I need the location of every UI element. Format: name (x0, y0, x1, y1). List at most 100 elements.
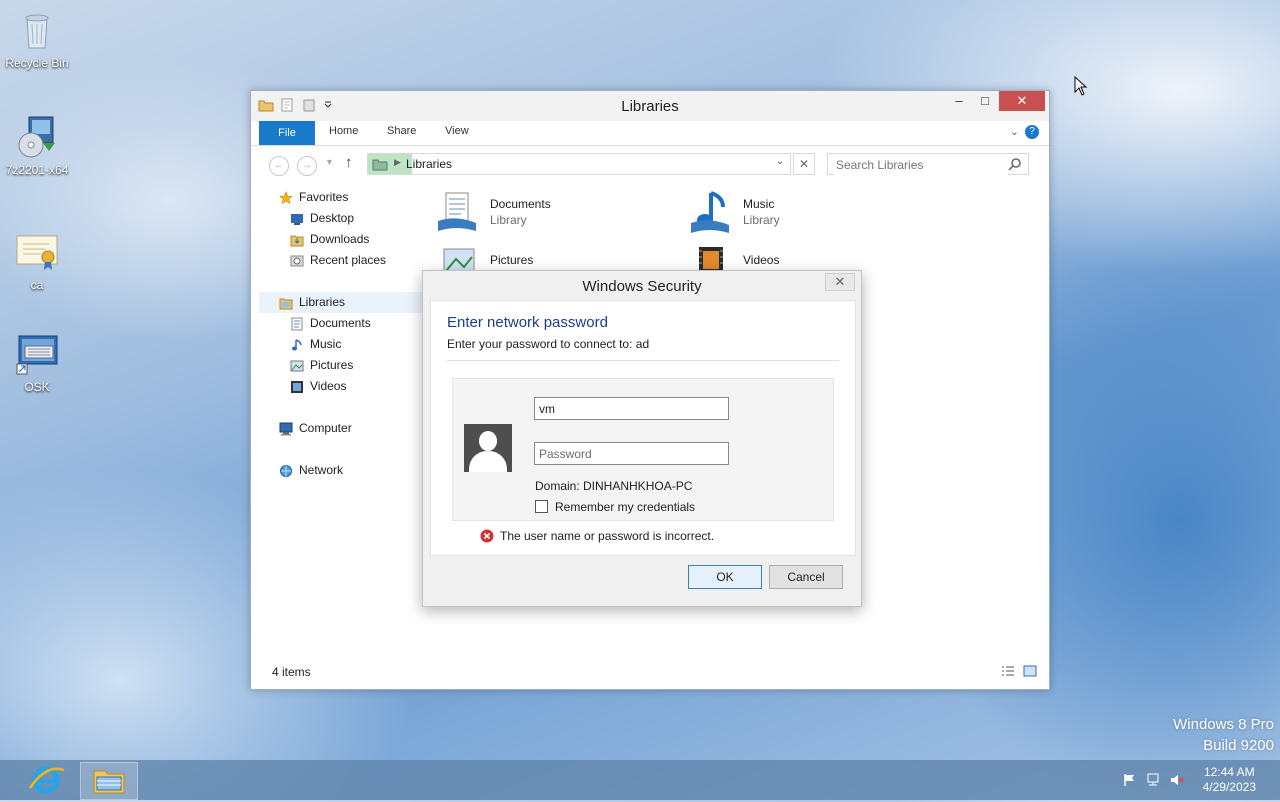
chevron-down-icon[interactable]: ⌄ (772, 156, 788, 167)
nav-music[interactable]: Music (259, 334, 417, 355)
nav-label: Desktop (310, 211, 355, 225)
nav-label: Computer (299, 421, 352, 435)
taskbar-internet-explorer[interactable] (18, 762, 74, 798)
nav-recent-places[interactable]: Recent places (259, 250, 417, 271)
breadcrumb-separator-icon: ▶ (394, 157, 401, 167)
address-row: ← → ▼ ↑ ▶ Libraries ⌄ ✕ (251, 151, 1049, 177)
search-box[interactable] (827, 153, 1029, 175)
music-icon (290, 338, 304, 352)
documents-icon (290, 317, 304, 331)
desktop-icon (290, 212, 304, 226)
window-title: Libraries (621, 98, 679, 115)
documents-library-icon (436, 189, 482, 235)
back-button[interactable]: ← (269, 156, 289, 176)
recycle-bin-icon (15, 8, 59, 52)
ok-button[interactable]: OK (688, 565, 762, 589)
videos-icon (290, 380, 304, 394)
checkbox-icon[interactable] (535, 500, 548, 513)
dialog-title: Windows Security (582, 278, 702, 295)
username-input[interactable] (539, 399, 725, 418)
address-bar[interactable]: ▶ Libraries ⌄ (367, 153, 791, 175)
help-icon[interactable]: ? (1025, 125, 1039, 139)
error-icon (480, 529, 494, 543)
desktop-icon-osk[interactable]: OSK (0, 332, 74, 394)
close-button[interactable]: ✕ (999, 91, 1045, 111)
nav-label: Network (299, 463, 344, 477)
remember-credentials-checkbox[interactable]: Remember my credentials (535, 500, 695, 514)
divider (447, 360, 839, 361)
network-icon[interactable] (1146, 773, 1160, 787)
taskbar-clock[interactable]: 12:44 AM 4/29/2023 (1203, 765, 1256, 795)
clear-address-button[interactable]: ✕ (793, 153, 815, 175)
tab-view[interactable]: View (445, 125, 469, 137)
windows-version-watermark: Windows 8 Pro Build 9200 (1173, 714, 1274, 756)
password-input[interactable] (539, 444, 725, 463)
clock-date: 4/29/2023 (1202, 780, 1256, 794)
item-name: Documents (490, 197, 551, 211)
desktop-icon-7zip-installer[interactable]: 7z2201-x64 (0, 115, 74, 177)
recent-places-icon (290, 254, 304, 268)
watermark-edition: Windows 8 Pro (1173, 716, 1274, 733)
certificate-icon (15, 230, 59, 274)
desktop-icon-label: OSK (24, 380, 50, 394)
nav-label: Documents (310, 316, 371, 330)
action-center-flag-icon[interactable] (1122, 773, 1136, 787)
nav-label: Favorites (299, 190, 349, 204)
expand-ribbon-icon[interactable]: ⌄ (1010, 125, 1019, 138)
system-tray (1122, 773, 1184, 787)
view-switcher (1001, 665, 1037, 677)
tab-file[interactable]: File (259, 121, 315, 145)
recent-locations-icon[interactable]: ▼ (325, 157, 334, 167)
item-name: Videos (743, 253, 780, 267)
nav-downloads[interactable]: Downloads (259, 229, 417, 250)
tab-share[interactable]: Share (387, 125, 416, 137)
nav-libraries[interactable]: Libraries (259, 292, 425, 313)
up-button[interactable]: ↑ (345, 154, 353, 171)
tab-home[interactable]: Home (329, 125, 358, 137)
dialog-body: Enter network password Enter your passwo… (430, 300, 856, 556)
mouse-cursor-icon (1074, 75, 1088, 96)
music-library-icon (689, 189, 735, 235)
domain-label: Domain: DINHANHKHOA-PC (535, 479, 693, 493)
clock-time: 12:44 AM (1203, 765, 1255, 779)
nav-computer[interactable]: Computer (259, 418, 417, 439)
network-icon (279, 464, 293, 478)
forward-button[interactable]: → (297, 156, 317, 176)
password-field[interactable] (534, 442, 729, 465)
item-name: Music (743, 197, 775, 211)
nav-network[interactable]: Network (259, 460, 417, 481)
nav-pictures[interactable]: Pictures (259, 355, 417, 376)
item-type: Library (490, 213, 527, 227)
desktop-icon-recycle-bin[interactable]: Recycle Bin (0, 8, 74, 70)
maximize-button[interactable]: □ (971, 91, 999, 111)
windows-security-dialog[interactable]: Windows Security ✕ Enter network passwor… (422, 270, 862, 607)
pictures-icon (290, 359, 304, 373)
watermark-build: Build 9200 (1203, 737, 1274, 754)
cancel-button[interactable]: Cancel (769, 565, 843, 589)
large-icons-view-icon[interactable] (1023, 665, 1037, 677)
dialog-close-button[interactable]: ✕ (825, 273, 855, 291)
volume-muted-icon[interactable] (1170, 773, 1184, 787)
navigation-pane: Favorites Desktop Downloads Recent place… (259, 187, 425, 481)
minimize-button[interactable]: – (945, 91, 973, 111)
nav-label: Libraries (299, 295, 346, 309)
nav-videos[interactable]: Videos (259, 376, 417, 397)
username-field[interactable] (534, 397, 729, 420)
details-view-icon[interactable] (1001, 665, 1015, 677)
breadcrumb[interactable]: Libraries (406, 157, 452, 171)
search-icon[interactable] (1008, 157, 1022, 171)
nav-favorites[interactable]: Favorites (259, 187, 417, 208)
explorer-title-bar[interactable]: Libraries – □ ✕ (251, 91, 1049, 121)
downloads-icon (290, 233, 304, 247)
nav-desktop[interactable]: Desktop (259, 208, 417, 229)
internet-explorer-icon (28, 766, 65, 794)
user-avatar-icon (464, 424, 512, 472)
search-input[interactable] (834, 155, 1008, 175)
taskbar-file-explorer[interactable] (80, 762, 138, 800)
desktop-icon-ca-certificate[interactable]: ca (0, 230, 74, 292)
nav-label: Videos (310, 379, 347, 393)
nav-documents[interactable]: Documents (259, 313, 417, 334)
computer-icon (279, 422, 293, 436)
keyboard-icon (15, 332, 59, 376)
desktop-icon-label: Recycle Bin (5, 56, 69, 70)
